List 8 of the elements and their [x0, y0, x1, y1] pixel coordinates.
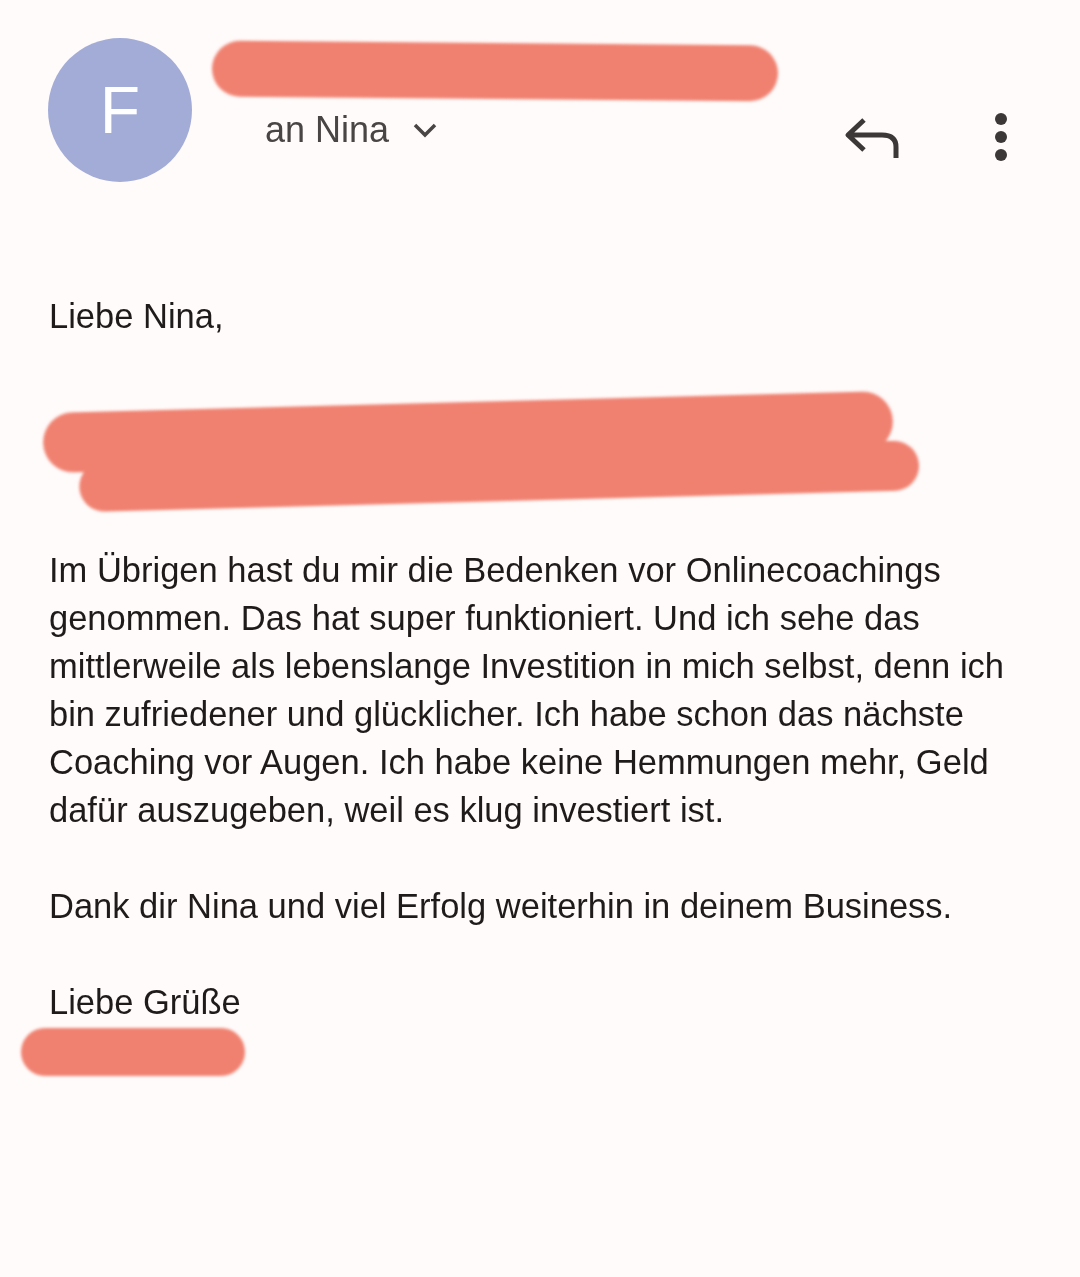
message-paragraph: Im Übrigen hast du mir die Bedenken vor Onlinecoachings genommen. Das hat super funktioniert. Und ich sehe das mittlerweile als lebenslange Investition in mich selbst, denn ich bin zufriedener und glücklicher. Ich habe schon das nächste Coaching vor Augen. Ich habe keine Hemmungen mehr, Geld dafür auszugeben, weil es klug investiert ist. — [49, 550, 1005, 831]
closing-text: Liebe Grüße — [49, 982, 242, 1023]
more-options-icon[interactable] — [994, 112, 1008, 162]
sender-avatar: F — [48, 38, 192, 182]
message-paragraph: Dank dir Nina und viel Erfolg weiterhin in deinem Business. — [49, 886, 954, 927]
greeting-text: Liebe Nina, — [49, 296, 225, 337]
recipient-label: an Nina — [265, 109, 390, 151]
reply-icon[interactable] — [844, 116, 900, 160]
